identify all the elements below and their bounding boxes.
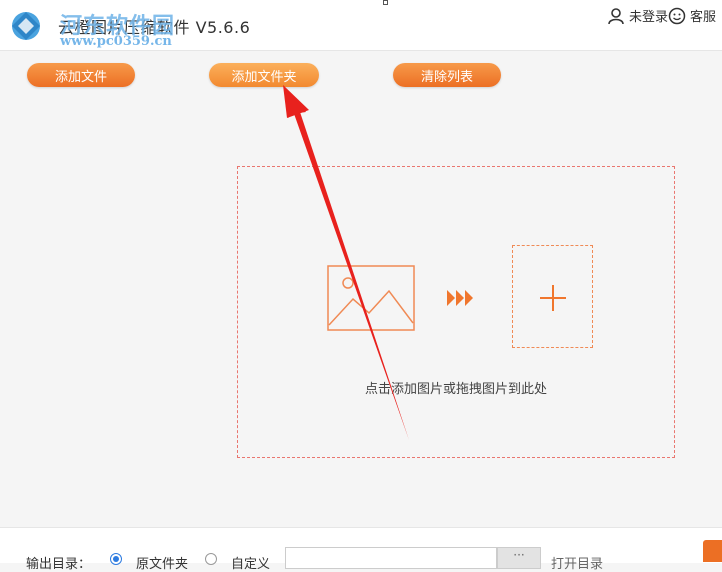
output-path-input[interactable] bbox=[285, 547, 497, 569]
radio-original-folder[interactable] bbox=[110, 553, 122, 565]
output-dir-label: 输出目录： bbox=[26, 557, 92, 572]
open-directory-link[interactable]: 打开目录 bbox=[551, 553, 603, 572]
radio-custom-folder[interactable] bbox=[205, 553, 217, 565]
start-compress-button[interactable] bbox=[703, 540, 722, 562]
custom-folder-label: 自定义 bbox=[231, 557, 271, 572]
annotation-arrow bbox=[283, 85, 409, 440]
browse-button[interactable]: ··· bbox=[497, 547, 541, 569]
original-folder-label: 原文件夹 bbox=[136, 557, 189, 572]
